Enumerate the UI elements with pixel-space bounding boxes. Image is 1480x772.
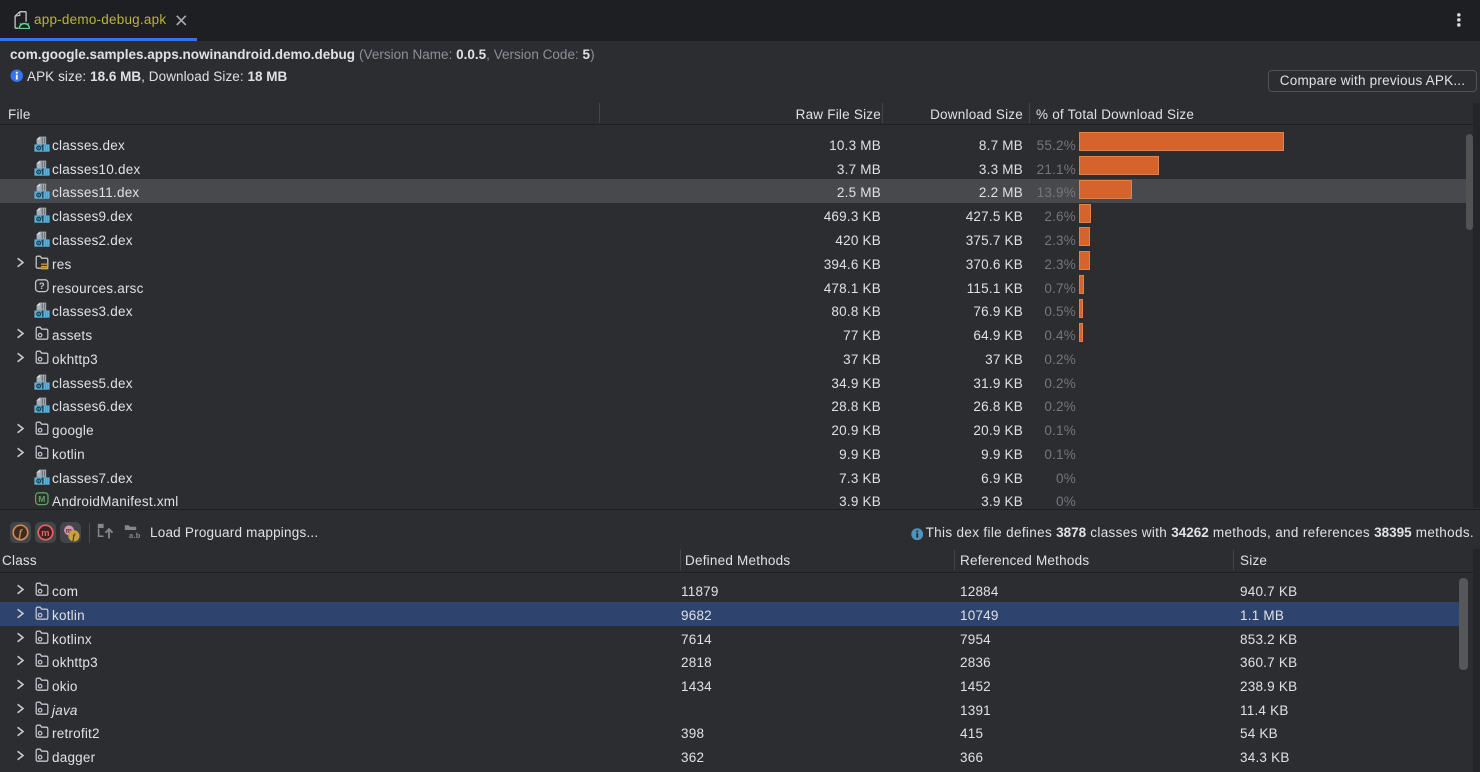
svg-text:m: m xyxy=(41,528,50,539)
svg-text:a.b: a.b xyxy=(129,531,141,540)
svg-text:?: ? xyxy=(39,281,45,292)
svg-text:M: M xyxy=(38,495,45,505)
